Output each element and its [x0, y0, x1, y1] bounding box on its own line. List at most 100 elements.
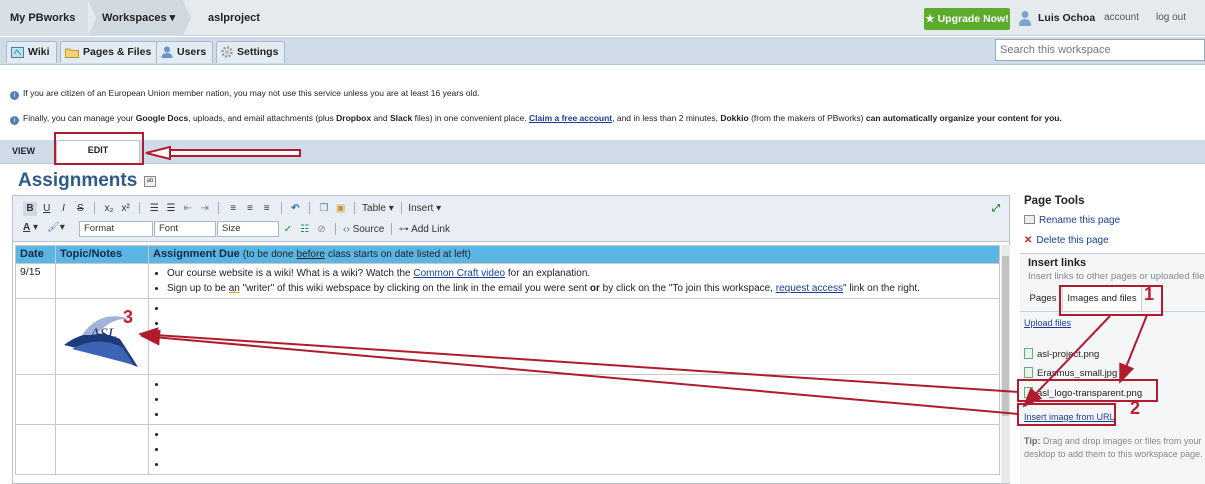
add-link-button[interactable]: ⊶ Add Link: [399, 224, 450, 235]
toolbar-separator: [335, 223, 337, 236]
expand-icon[interactable]: ⤢: [989, 202, 1003, 216]
assignment-cell[interactable]: [148, 374, 1000, 425]
edit-tab[interactable]: EDIT: [56, 140, 140, 164]
insert-tab-images[interactable]: Images and files: [1062, 286, 1142, 312]
upgrade-button[interactable]: ★ Upgrade Now!: [924, 8, 1010, 30]
promo-dropbox: Dropbox: [336, 113, 372, 123]
font-select[interactable]: Font: [154, 221, 216, 237]
tab-settings-label: Settings: [237, 46, 279, 58]
rename-page-label: Rename this page: [1039, 215, 1121, 226]
undo-icon[interactable]: ↶: [288, 202, 302, 216]
outdent-icon[interactable]: ⇤: [181, 202, 195, 216]
file-item[interactable]: Erasmus_small.jpg: [1024, 367, 1117, 379]
highlight-button[interactable]: 🖌▾: [47, 222, 65, 233]
topic-cell[interactable]: [55, 424, 149, 475]
claim-account-link[interactable]: Claim a free account: [529, 113, 612, 123]
file-item[interactable]: asl-project.png: [1024, 348, 1099, 360]
project-name[interactable]: aslproject: [200, 0, 260, 36]
list-item: [167, 316, 995, 331]
format-select[interactable]: Format: [79, 221, 153, 237]
superscript-button[interactable]: x²: [119, 202, 133, 216]
list-item: [167, 301, 995, 316]
list-item: Our course website is a wiki! What is a …: [167, 266, 995, 281]
workspaces-menu[interactable]: Workspaces ▾: [88, 0, 191, 36]
paste-icon[interactable]: ▣: [334, 202, 348, 216]
toolbar-separator: [400, 202, 402, 215]
wiki-icon: [11, 46, 24, 58]
editor-scrollbar-thumb[interactable]: [1002, 256, 1009, 416]
insert-menu[interactable]: Insert ▾: [408, 203, 441, 214]
user-name[interactable]: Luis Ochoa: [1038, 0, 1095, 36]
date-cell[interactable]: [15, 298, 56, 375]
highlight-icon: 🖌: [47, 222, 60, 233]
logout-link[interactable]: log out: [1156, 0, 1186, 36]
toolbar-row-1: B U I S x₂ x² ☰ ☰ ⇤ ⇥ ≡ ≡ ≡ ↶ ❐ ▣ Table …: [23, 202, 441, 216]
promo-notice: i Finally, you can manage your Google Doc…: [10, 113, 1062, 125]
rename-page-link[interactable]: Rename this page: [1024, 215, 1120, 226]
table-menu[interactable]: Table ▾: [362, 203, 394, 214]
star-icon: ★: [925, 13, 935, 25]
page-title: Assignments: [18, 170, 138, 191]
strikethrough-button[interactable]: S: [73, 202, 87, 216]
numbered-list-icon[interactable]: ☰: [164, 202, 178, 216]
age-notice: i If you are citizen of an European Union…: [10, 88, 479, 100]
delete-page-link[interactable]: ✕ Delete this page: [1024, 235, 1109, 246]
assignment-cell[interactable]: [148, 298, 1000, 375]
topic-cell[interactable]: [55, 374, 149, 425]
view-tab[interactable]: VIEW: [12, 146, 35, 156]
tab-wiki[interactable]: Wiki: [6, 41, 57, 63]
tab-pages-files[interactable]: Pages & Files: [60, 41, 159, 63]
list-item: [167, 407, 995, 422]
topic-cell[interactable]: [55, 263, 149, 299]
horizontal-rule-icon[interactable]: ☷: [298, 223, 312, 237]
source-button[interactable]: ‹› Source: [343, 224, 384, 235]
align-right-icon[interactable]: ≡: [260, 202, 274, 216]
bold-button[interactable]: B: [23, 202, 37, 216]
size-select[interactable]: Size: [217, 221, 279, 237]
insert-image-url-link[interactable]: Insert image from URL: [1024, 412, 1115, 422]
text-color-button[interactable]: A ▾: [23, 222, 38, 233]
search-input[interactable]: [995, 39, 1205, 61]
list-item: [167, 442, 995, 457]
promo-text: (from the makers of PBworks): [751, 113, 864, 123]
request-access-link[interactable]: request access: [776, 283, 843, 294]
assignment-cell[interactable]: [148, 424, 1000, 475]
file-item[interactable]: asl_logo-transparent.png: [1024, 387, 1142, 399]
spellcheck-icon[interactable]: ✓: [281, 223, 295, 237]
account-link[interactable]: account: [1104, 0, 1139, 36]
topic-cell[interactable]: ASL: [55, 298, 149, 375]
common-craft-link[interactable]: Common Craft video: [413, 268, 505, 279]
insert-tab-pages[interactable]: Pages: [1024, 289, 1062, 309]
bulleted-list-icon[interactable]: ☰: [147, 202, 161, 216]
tab-users[interactable]: Users: [156, 41, 214, 63]
date-cell[interactable]: 9/15: [15, 263, 56, 299]
tip-text: Tip: Drag and drop images or files from …: [1024, 435, 1205, 461]
rename-icon[interactable]: ab: [144, 176, 156, 187]
delete-icon: ✕: [1024, 235, 1033, 246]
indent-icon[interactable]: ⇥: [198, 202, 212, 216]
tip-body: Drag and drop images or files from your …: [1024, 436, 1203, 459]
my-pbworks-link[interactable]: My PBworks: [0, 0, 88, 36]
delete-page-label: Delete this page: [1036, 235, 1109, 246]
copy-icon[interactable]: ❐: [317, 202, 331, 216]
bullet-text: or: [589, 283, 600, 294]
link-icon: ⊶: [398, 224, 409, 235]
assignments-table: Date Topic/Notes Assignment Due (to be d…: [15, 245, 1000, 475]
annotation-number-3: 3: [123, 307, 134, 327]
subscript-button[interactable]: x₂: [102, 202, 116, 216]
clear-format-icon[interactable]: ⊘: [315, 223, 329, 237]
tab-wiki-label: Wiki: [28, 46, 50, 58]
date-cell[interactable]: [15, 424, 56, 475]
italic-button[interactable]: I: [57, 202, 71, 216]
assignment-cell[interactable]: Our course website is a wiki! What is a …: [148, 263, 1000, 299]
logo-text: ASL: [89, 326, 117, 343]
insert-links-subtitle: Insert links to other pages or uploaded …: [1028, 271, 1205, 282]
tab-settings[interactable]: Settings: [216, 41, 286, 63]
date-cell[interactable]: [15, 374, 56, 425]
page-tools-title: Page Tools: [1024, 195, 1085, 207]
insert-links-title: Insert links: [1028, 257, 1087, 269]
align-center-icon[interactable]: ≡: [243, 202, 257, 216]
underline-button[interactable]: U: [40, 202, 54, 216]
upload-files-link[interactable]: Upload files: [1024, 318, 1071, 328]
align-left-icon[interactable]: ≡: [226, 202, 240, 216]
